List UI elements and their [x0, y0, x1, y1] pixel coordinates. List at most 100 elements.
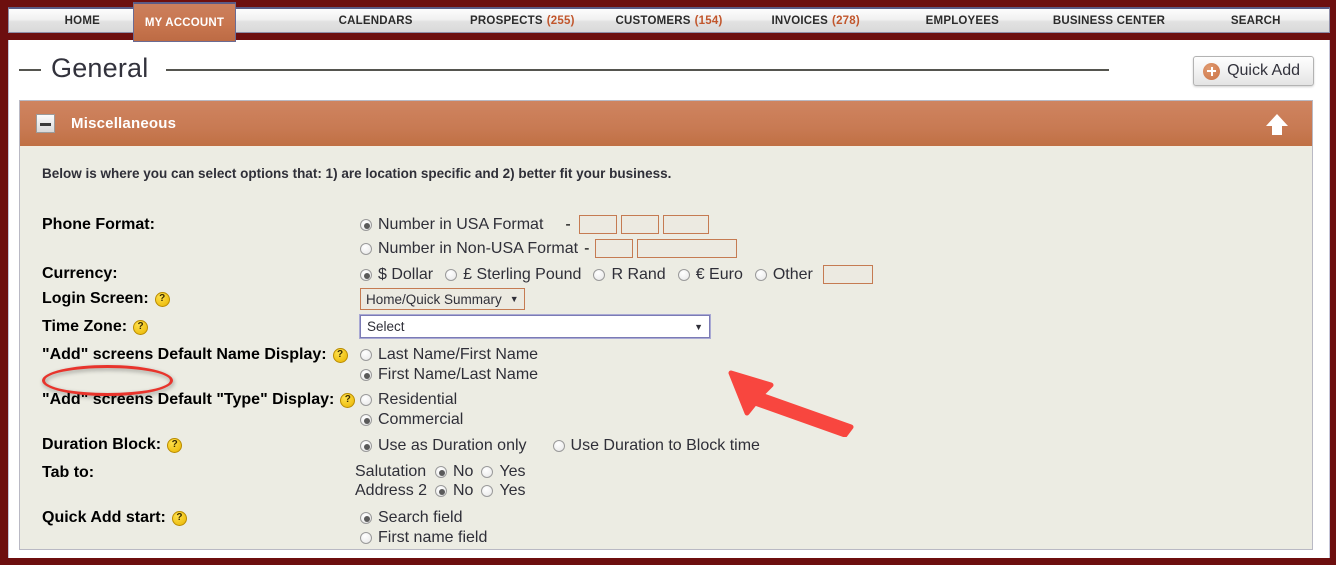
nav-tab-label: EMPLOYEES [925, 14, 1000, 27]
phone-format-nonusa-label: Number in Non-USA Format [378, 239, 579, 257]
tab-to-address2-no-radio[interactable] [435, 485, 447, 497]
quick-add-button[interactable]: Quick Add [1193, 56, 1314, 86]
tab-to-salutation-no-radio[interactable] [435, 466, 447, 478]
nav-tab-label: CALENDARS [338, 14, 413, 27]
currency-other-radio[interactable] [754, 268, 767, 281]
nav-tab-label: INVOICES [771, 14, 829, 27]
question-mark-icon[interactable]: ? [167, 437, 183, 453]
question-mark-icon[interactable]: ? [340, 392, 356, 408]
phone-format-usa-radio[interactable] [360, 218, 372, 231]
chevron-down-icon: ▼ [509, 294, 519, 304]
duration-only-label: Use as Duration only [378, 437, 527, 454]
nav-tab-label: CUSTOMERS [615, 14, 691, 27]
duration-block-time-label: Use Duration to Block time [570, 437, 760, 454]
title-divider-rule [166, 69, 1109, 71]
currency-dollar-radio[interactable] [360, 268, 372, 281]
phone-nonusa-field-2[interactable] [637, 239, 738, 258]
currency-row: $ Dollar £ Sterling Pound R Rand € Euro … [360, 265, 873, 284]
phone-format-usa-label: Number in USA Format [378, 215, 544, 233]
phone-format-nonusa-radio[interactable] [360, 242, 372, 255]
currency-label: Currency: [42, 265, 118, 282]
nav-tab-prospects[interactable]: PROSPECTS (255) [449, 9, 596, 32]
nav-tab-search[interactable]: SEARCH [1182, 9, 1329, 32]
tab-to-salutation-row: Salutation No Yes [355, 463, 526, 481]
name-display-first-last-label: First Name/Last Name [378, 366, 539, 383]
nav-tab-customers[interactable]: CUSTOMERS (154) [596, 9, 743, 32]
tab-to-address2-row: Address 2 No Yes [355, 482, 526, 500]
currency-other-label: Other [772, 265, 813, 283]
type-display-option-2: Commercial [360, 411, 463, 429]
name-display-first-last-radio[interactable] [360, 369, 372, 381]
nav-tab-calendars[interactable]: CALENDARS [302, 9, 449, 32]
tab-to-salutation-no-label: No [453, 463, 474, 480]
title-leading-dash [19, 69, 41, 71]
nav-tab-invoices[interactable]: INVOICES (278) [742, 9, 889, 32]
question-mark-icon[interactable]: ? [133, 319, 149, 335]
phone-format-usa-row: Number in USA Format - [360, 215, 709, 234]
nav-tab-business-center[interactable]: BUSINESS CENTER [1036, 9, 1183, 32]
time-zone-select[interactable]: Select ▼ [359, 314, 711, 339]
phone-format-separator: - [565, 215, 571, 233]
phone-usa-field-1[interactable] [578, 215, 617, 234]
question-mark-icon[interactable]: ? [154, 291, 170, 307]
window-bottom-edge [0, 558, 1336, 565]
page-content: General Quick Add Miscellaneous Below is… [8, 40, 1330, 558]
nav-tab-label: SEARCH [1230, 14, 1281, 27]
tab-to-address2-yes-radio[interactable] [481, 485, 494, 497]
nav-tab-employees[interactable]: EMPLOYEES [889, 9, 1036, 32]
question-mark-icon[interactable]: ? [332, 347, 348, 363]
duration-block-label: Duration Block: ? [42, 436, 183, 454]
tab-to-salutation-yes-radio[interactable] [481, 466, 494, 478]
currency-rand-label: R Rand [611, 265, 666, 283]
nav-tab-my-account[interactable]: MY ACCOUNT [133, 2, 236, 42]
quick-add-label: Quick Add [1227, 62, 1300, 79]
quick-add-start-label: Quick Add start: ? [42, 509, 187, 527]
arrow-up-icon[interactable] [1264, 111, 1290, 137]
quick-add-start-option-1: Search field [360, 509, 463, 527]
panel-title: Miscellaneous [71, 115, 177, 132]
duration-block-time-radio[interactable] [552, 440, 565, 452]
time-zone-row: Select ▼ [359, 314, 711, 339]
nav-tab-label: HOME [64, 14, 100, 27]
phone-nonusa-field-1[interactable] [595, 239, 634, 258]
tab-to-address2-no-label: No [453, 482, 474, 499]
currency-rand-radio[interactable] [593, 268, 606, 281]
duration-only-radio[interactable] [360, 440, 372, 452]
type-display-label: "Add" screens Default "Type" Display: ? [42, 391, 356, 409]
nav-tab-label: PROSPECTS [470, 14, 543, 27]
phone-usa-field-2[interactable] [620, 215, 659, 234]
tab-to-address2-name: Address 2 [355, 482, 428, 499]
panel-header: Miscellaneous [20, 101, 1312, 148]
quick-add-first-name-field-radio[interactable] [360, 532, 372, 544]
name-display-last-first-radio[interactable] [360, 349, 372, 361]
name-display-option-1: Last Name/First Name [360, 346, 538, 364]
currency-pound-label: £ Sterling Pound [463, 265, 582, 283]
nav-tab-label: BUSINESS CENTER [1052, 14, 1166, 27]
type-display-option-1: Residential [360, 391, 457, 409]
time-zone-label: Time Zone: ? [42, 318, 149, 336]
currency-other-field[interactable] [822, 265, 873, 284]
nav-tab-count: (255) [546, 14, 575, 27]
type-display-commercial-radio[interactable] [360, 414, 372, 426]
minus-icon[interactable] [36, 114, 55, 133]
tab-to-salutation-yes-label: Yes [499, 463, 526, 480]
nav-tab-count: (154) [694, 14, 723, 27]
quick-add-search-field-radio[interactable] [360, 512, 372, 524]
tab-to-label: Tab to: [42, 464, 95, 481]
phone-usa-field-3[interactable] [662, 215, 709, 234]
currency-euro-radio[interactable] [677, 268, 690, 281]
quick-add-search-field-label: Search field [378, 509, 463, 526]
currency-pound-radio[interactable] [445, 268, 458, 281]
nav-tab-count: (278) [832, 14, 860, 27]
name-display-option-2: First Name/Last Name [360, 366, 538, 384]
question-mark-icon[interactable]: ? [171, 510, 187, 526]
panel-body: Below is where you can select options th… [20, 148, 1312, 549]
intro-text: Below is where you can select options th… [42, 166, 672, 181]
name-display-label: "Add" screens Default Name Display: ? [42, 346, 348, 364]
login-screen-select[interactable]: Home/Quick Summary ▼ [360, 288, 525, 310]
type-display-residential-radio[interactable] [360, 394, 372, 406]
currency-euro-label: € Euro [695, 265, 743, 283]
login-screen-value: Home/Quick Summary [366, 291, 502, 307]
currency-dollar-label: $ Dollar [378, 265, 434, 283]
page-title-row: General [19, 53, 1109, 84]
